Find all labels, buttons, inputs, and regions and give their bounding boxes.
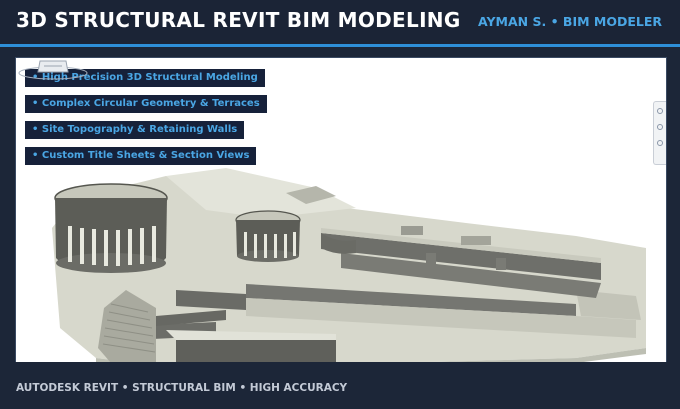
feature-tag-circular-geometry: • Complex Circular Geometry & Terraces <box>25 95 267 113</box>
feature-tag-topography: • Site Topography & Retaining Walls <box>25 121 245 139</box>
header-bar: 3D STRUCTURAL REVIT BIM MODELING AYMAN S… <box>0 0 680 44</box>
arena-large-base <box>56 253 166 273</box>
block-1 <box>401 226 423 235</box>
block-4 <box>496 258 506 270</box>
zoom-icon[interactable] <box>657 124 663 130</box>
steering-wheel-icon[interactable] <box>657 108 663 114</box>
author-label: AYMAN S. • BIM MODELER <box>478 14 662 29</box>
block-3 <box>426 253 436 265</box>
footer-tagline: AUTODESK REVIT • STRUCTURAL BIM • HIGH A… <box>16 382 348 394</box>
viewcube-icon[interactable] <box>16 58 90 80</box>
block-2 <box>461 236 491 245</box>
feature-tag-title-sheets: • Custom Title Sheets & Section Views <box>25 147 257 165</box>
page-title: 3D STRUCTURAL REVIT BIM MODELING <box>16 8 461 32</box>
revit-3d-viewport[interactable]: • High Precision 3D Structural Modeling … <box>15 57 667 364</box>
orbit-icon[interactable] <box>657 140 663 146</box>
lower-terrace-wall <box>176 340 336 363</box>
navigation-bar-icon[interactable] <box>653 101 666 165</box>
accent-divider <box>0 44 680 47</box>
footer-bar: AUTODESK REVIT • STRUCTURAL BIM • HIGH A… <box>0 362 680 409</box>
